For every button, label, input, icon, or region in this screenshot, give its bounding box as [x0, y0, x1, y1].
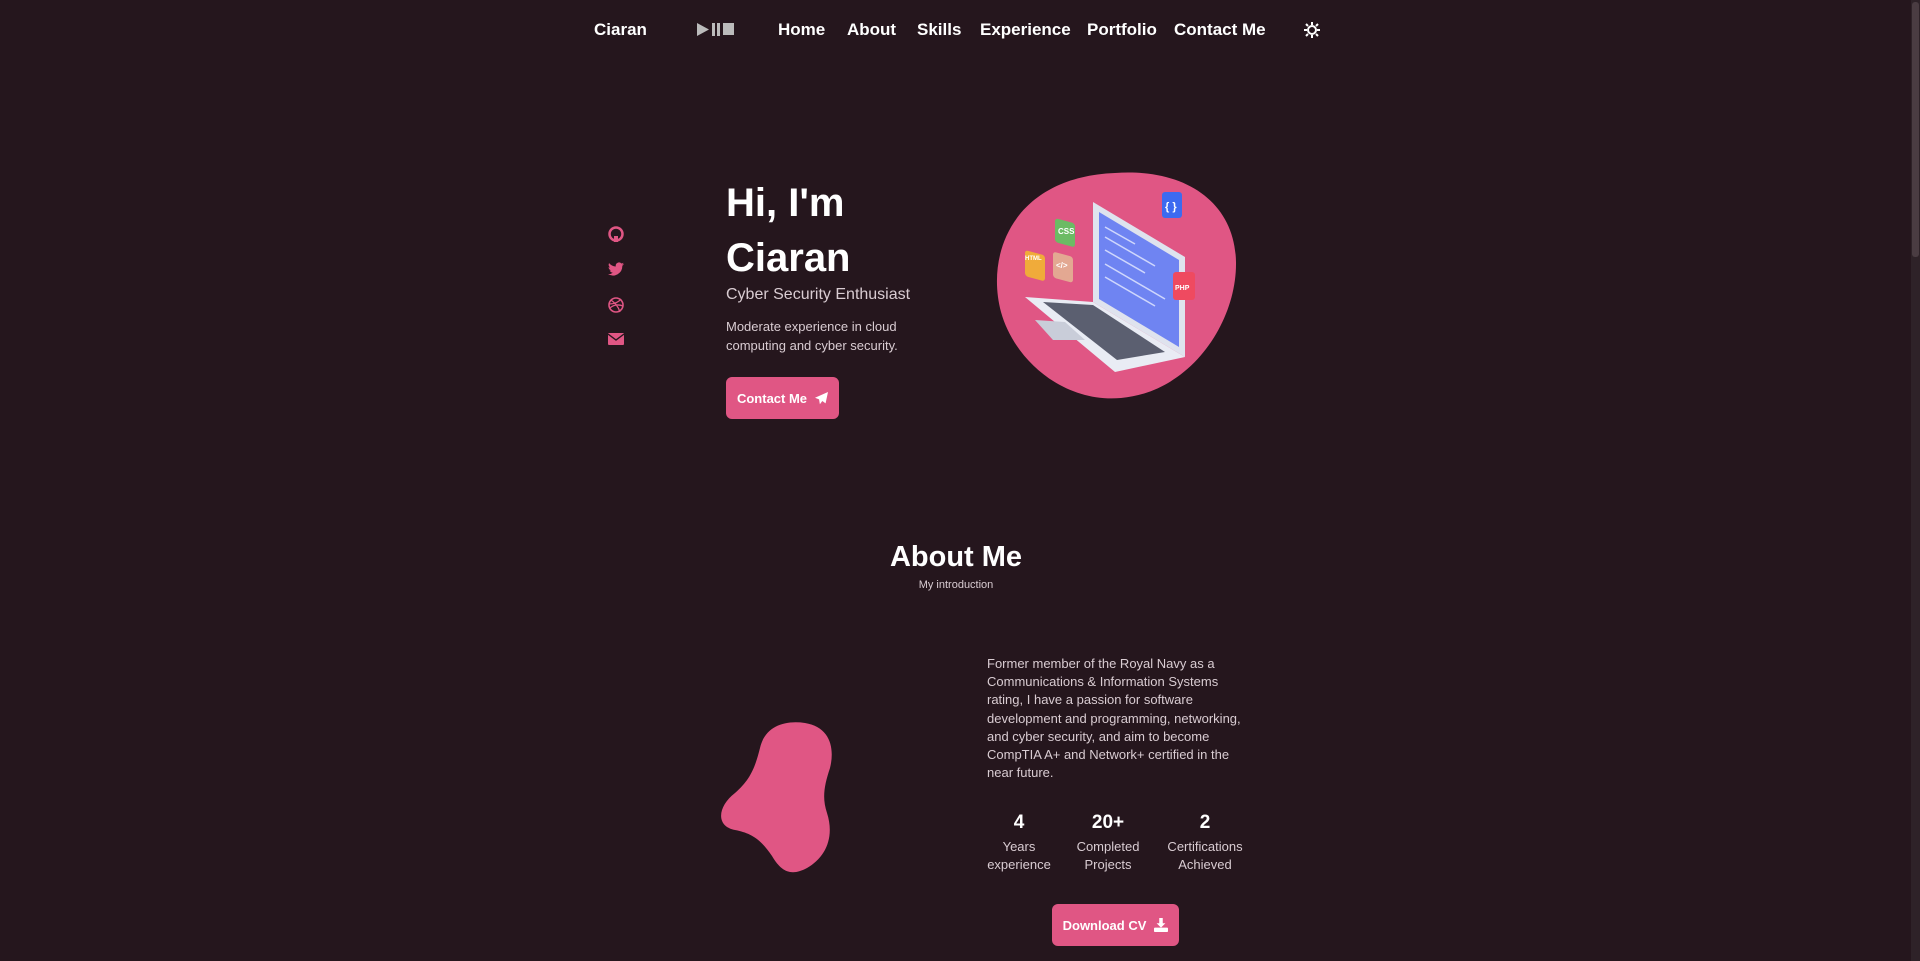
play-icon[interactable] [697, 23, 709, 36]
html-badge [1025, 250, 1045, 281]
stat-number: 20+ [1091, 812, 1125, 833]
hero-illustration-laptop: CSS HTML </> { } PHP [996, 172, 1237, 399]
php-badge-text: PHP [1175, 285, 1190, 292]
stat-certifications: 2 Certifications Achieved [1167, 812, 1242, 874]
stat-number: 2 [1199, 812, 1211, 833]
pause-icon[interactable] [711, 23, 721, 36]
stat-label: Projects [1084, 857, 1132, 872]
hero-description-line1: Moderate experience in cloud [726, 319, 897, 334]
contact-me-button[interactable]: Contact Me [726, 377, 839, 419]
stat-label: experience [987, 857, 1051, 872]
nav-about[interactable]: About [847, 20, 896, 40]
logo[interactable]: Ciaran [594, 20, 647, 40]
about-subtitle: My introduction [918, 579, 994, 591]
stat-label: Achieved [1178, 857, 1232, 872]
hero-title-line2: Ciaran [726, 236, 851, 280]
download-cv-button[interactable]: Download CV [1052, 904, 1179, 946]
nav-home[interactable]: Home [778, 20, 825, 40]
twitter-icon[interactable] [608, 261, 624, 277]
about-title: About Me [889, 541, 1023, 573]
stat-label: Certifications [1167, 839, 1243, 854]
html-badge-text: HTML [1025, 256, 1042, 262]
stat-label: Years [1002, 839, 1036, 854]
about-blob-image [721, 722, 832, 873]
theme-toggle-sun-icon[interactable] [1304, 22, 1320, 38]
music-controls[interactable] [697, 23, 735, 36]
stat-label: Completed [1076, 839, 1140, 854]
nav-portfolio[interactable]: Portfolio [1087, 20, 1157, 40]
css-badge-text: CSS [1058, 227, 1075, 236]
paper-plane-icon [815, 391, 829, 404]
nav-contact[interactable]: Contact Me [1174, 20, 1266, 40]
scrollbar[interactable] [1911, 0, 1920, 961]
scrollbar-thumb[interactable] [1912, 2, 1919, 257]
hero-title-line1: Hi, I'm [726, 181, 845, 225]
hero-description: Moderate experience in cloud computing a… [726, 317, 898, 355]
nav-experience[interactable]: Experience [980, 20, 1071, 40]
hero-description-line2: computing and cyber security. [726, 338, 898, 353]
braces-badge-text: { } [1165, 201, 1177, 213]
stop-icon[interactable] [723, 23, 735, 36]
hero-title: Hi, I'm Ciaran [726, 176, 851, 286]
nav-skills[interactable]: Skills [917, 20, 961, 40]
dribbble-icon[interactable] [608, 297, 624, 313]
download-cv-label: Download CV [1062, 917, 1147, 933]
stat-number: 4 [1013, 812, 1025, 833]
email-icon[interactable] [608, 331, 624, 347]
code-badge-text: </> [1056, 261, 1068, 270]
contact-me-label: Contact Me [736, 390, 808, 406]
hero-subtitle: Cyber Security Enthusiast [726, 286, 911, 303]
stat-projects: 20+ Completed Projects [1077, 812, 1140, 874]
download-icon [1154, 918, 1169, 932]
github-icon[interactable] [608, 226, 624, 242]
stat-years: 4 Years experience [987, 812, 1051, 874]
about-description: Former member of the Royal Navy as a Com… [987, 656, 1241, 781]
